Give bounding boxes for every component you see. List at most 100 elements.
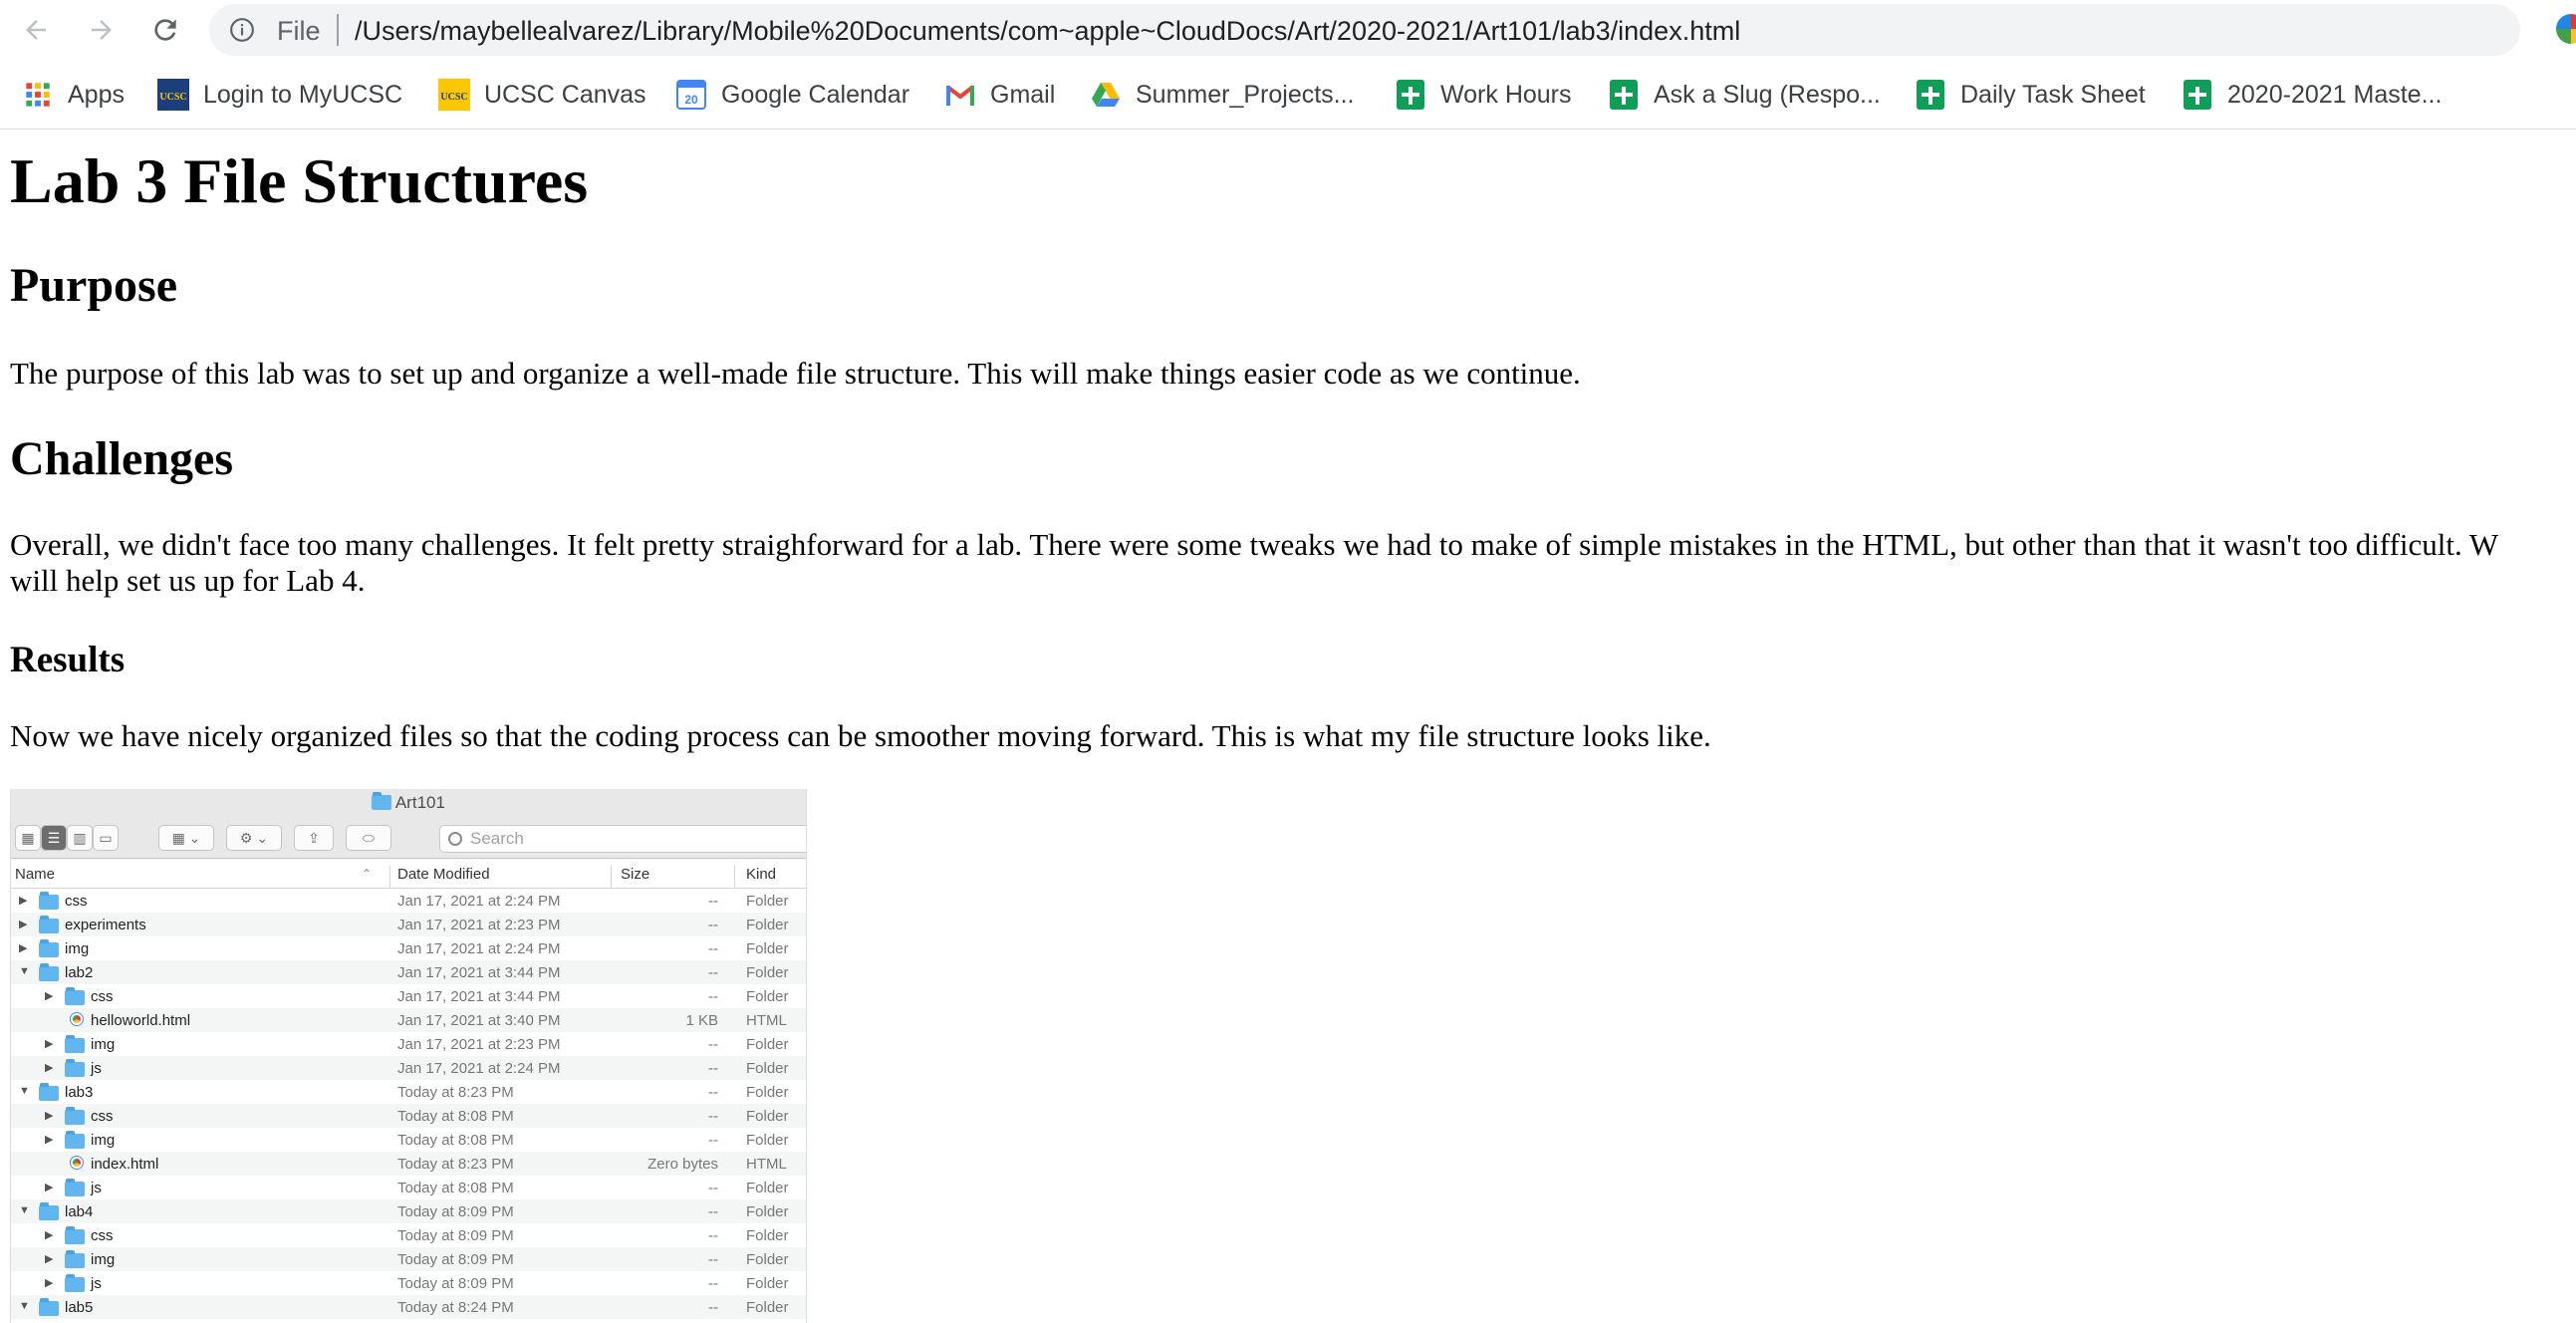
gmail-icon	[944, 79, 976, 111]
bookmark-summer-projects[interactable]: Summer_Projects...	[1090, 77, 1355, 113]
disclosure-closed-icon: ▶	[45, 1110, 54, 1122]
finder-row-size: --	[708, 1251, 718, 1268]
finder-file-list: ▶ css Jan 17, 2021 at 2:24 PM -- Folder ▶ expe…	[11, 889, 806, 1319]
disclosure-closed-icon: ▶	[45, 1253, 54, 1265]
url-scheme-label: File	[277, 16, 321, 46]
ucsc-icon: UCSC	[157, 79, 189, 111]
finder-row-size: --	[708, 988, 718, 1005]
bookmark-work-hours[interactable]: Work Hours	[1395, 77, 1572, 113]
finder-row-date: Jan 17, 2021 at 2:23 PM	[397, 917, 561, 933]
bookmark-myucsc[interactable]: UCSC Login to MyUCSC	[157, 77, 402, 113]
address-bar[interactable]: File /Users/maybellealvarez/Library/Mobi…	[209, 4, 2520, 56]
disclosure-closed-icon: ▶	[45, 1182, 54, 1193]
finder-column-header: Name ⌃ Date Modified Size Kind	[11, 859, 806, 889]
finder-row: ▶ img Today at 8:08 PM -- Folder	[11, 1128, 806, 1152]
finder-row-name: img	[91, 1132, 116, 1149]
file-structure-screenshot: Art101 ▦ ☰ ▥ ▭ ▦ ⌄ ⚙ ⌄ ⇪ ⬭ Search Name ⌃…	[10, 789, 807, 1323]
finder-row-size: --	[708, 893, 718, 910]
disclosure-closed-icon: ▶	[45, 1277, 54, 1289]
finder-row-size: --	[708, 1227, 718, 1244]
group-by-icon: ▦ ⌄	[158, 825, 214, 851]
bookmark-label: UCSC Canvas	[484, 81, 646, 109]
finder-row-date: Jan 17, 2021 at 2:24 PM	[397, 940, 561, 957]
disclosure-closed-icon: ▶	[45, 1062, 54, 1074]
reload-button[interactable]	[145, 10, 185, 50]
bookmark-ask-a-slug[interactable]: Ask a Slug (Respo...	[1608, 77, 1881, 113]
bookmark-label: 2020-2021 Maste...	[2227, 81, 2443, 109]
finder-row: ▶ img Jan 17, 2021 at 2:23 PM -- Folder	[11, 1032, 806, 1056]
url-text[interactable]: /Users/maybellealvarez/Library/Mobile%20…	[355, 16, 1740, 46]
finder-row: ▼ lab4 Today at 8:09 PM -- Folder	[11, 1199, 806, 1223]
folder-icon	[65, 1226, 85, 1244]
arrow-right-icon	[92, 20, 112, 40]
disclosure-open-icon: ▼	[19, 1085, 30, 1097]
finder-row-name: css	[91, 988, 114, 1005]
back-button[interactable]	[16, 10, 56, 50]
finder-row-date: Today at 8:23 PM	[397, 1156, 514, 1173]
folder-icon	[65, 1250, 85, 1268]
finder-row-date: Jan 17, 2021 at 3:44 PM	[397, 988, 561, 1005]
challenges-text-line-2: will help set us up for Lab 4.	[10, 563, 366, 598]
extension-icon[interactable]	[2556, 14, 2576, 44]
tag-icon: ⬭	[346, 825, 391, 851]
finder-row-date: Today at 8:08 PM	[397, 1132, 514, 1149]
disclosure-closed-icon: ▶	[19, 919, 28, 930]
finder-row-size: --	[708, 917, 718, 933]
svg-text:20: 20	[684, 93, 698, 107]
folder-icon	[65, 1059, 85, 1077]
bookmark-apps[interactable]: Apps	[22, 77, 125, 113]
finder-row-kind: Folder	[746, 917, 789, 933]
google-sheets-icon	[1608, 79, 1640, 111]
finder-row-kind: Folder	[746, 893, 789, 910]
bookmark-daily-task-sheet[interactable]: Daily Task Sheet	[1915, 77, 2146, 113]
share-icon: ⇪	[294, 825, 334, 851]
finder-row-kind: Folder	[746, 1203, 789, 1220]
folder-icon	[39, 939, 59, 957]
finder-row-kind: HTML	[746, 1156, 787, 1173]
finder-row-size: --	[708, 940, 718, 957]
finder-row-name: lab3	[65, 1084, 94, 1101]
finder-row-size: --	[708, 1132, 718, 1149]
finder-row: ▶ css Today at 8:09 PM -- Folder	[11, 1223, 806, 1247]
finder-row-name: helloworld.html	[91, 1012, 191, 1029]
google-sheets-icon	[2182, 79, 2213, 111]
disclosure-open-icon: ▼	[19, 1204, 30, 1216]
finder-row-kind: HTML	[746, 1012, 787, 1029]
finder-row-date: Jan 17, 2021 at 2:24 PM	[397, 1060, 561, 1077]
challenges-heading: Challenges	[10, 432, 234, 485]
finder-row-kind: Folder	[746, 1132, 789, 1149]
finder-row-date: Jan 17, 2021 at 2:23 PM	[397, 1036, 561, 1053]
apps-grid-icon	[22, 79, 54, 111]
bookmark-ucsc-canvas[interactable]: UCSC UCSC Canvas	[438, 77, 646, 113]
results-text: Now we have nicely organized files so th…	[10, 718, 1711, 753]
finder-titlebar: Art101	[11, 789, 806, 817]
finder-row-name: index.html	[91, 1156, 159, 1173]
info-icon[interactable]	[229, 17, 255, 43]
finder-row: ▶ css Jan 17, 2021 at 3:44 PM -- Folder	[11, 984, 806, 1008]
finder-row-kind: Folder	[746, 1227, 789, 1244]
bookmark-google-calendar[interactable]: 20 Google Calendar	[675, 77, 909, 113]
finder-row: ▶ css Today at 8:08 PM -- Folder	[11, 1104, 806, 1128]
bookmark-gmail[interactable]: Gmail	[944, 77, 1055, 113]
folder-icon	[372, 792, 392, 810]
folder-icon	[39, 963, 59, 981]
bookmark-master-sheet[interactable]: 2020-2021 Maste...	[2182, 77, 2442, 113]
google-sheets-icon	[1915, 79, 1946, 111]
finder-row-kind: Folder	[746, 1060, 789, 1077]
folder-icon	[39, 892, 59, 910]
google-drive-icon	[1090, 79, 1122, 111]
forward-button[interactable]	[82, 10, 122, 50]
column-divider	[389, 866, 390, 888]
finder-row-name: img	[91, 1251, 116, 1268]
bookmark-label: Work Hours	[1440, 81, 1572, 109]
finder-row-date: Today at 8:09 PM	[397, 1251, 514, 1268]
bookmark-label: Ask a Slug (Respo...	[1654, 81, 1881, 109]
purpose-text: The purpose of this lab was to set up an…	[10, 356, 1581, 391]
finder-row-date: Today at 8:23 PM	[397, 1084, 514, 1101]
finder-row-size: Zero bytes	[647, 1156, 718, 1173]
column-kind: Kind	[746, 866, 777, 883]
finder-row-date: Today at 8:08 PM	[397, 1180, 514, 1196]
column-view-icon: ▥	[67, 825, 93, 851]
finder-row: ▼ lab5 Today at 8:24 PM -- Folder	[11, 1295, 806, 1319]
bookmark-label: Login to MyUCSC	[203, 81, 403, 109]
